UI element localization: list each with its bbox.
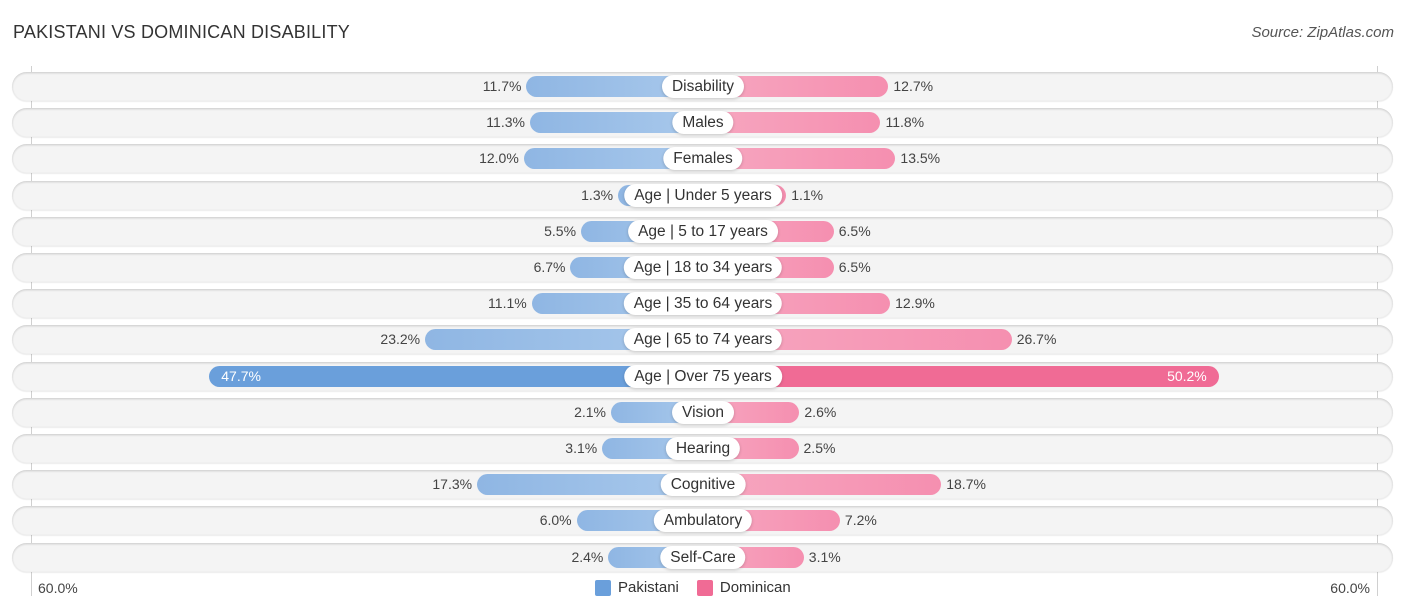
dominican-value-label: 11.8%	[885, 114, 925, 131]
pakistani-value-label: 6.7%	[533, 259, 566, 275]
pakistani-value-label: 11.1%	[488, 295, 527, 312]
pakistani-value-label: 3.1%	[565, 440, 598, 456]
category-label: Disability	[661, 75, 745, 98]
category-label: Females	[663, 147, 743, 171]
pakistani-value-label: 1.3%	[581, 186, 614, 203]
dominican-value-label: 6.5%	[838, 259, 871, 275]
category-label: Ambulatory	[653, 509, 753, 533]
dominican-value-label: 13.5%	[900, 150, 941, 167]
dominican-value-label: 2.6%	[804, 403, 837, 420]
category-label: Self-Care	[660, 545, 746, 569]
pakistani-value-label: 5.5%	[544, 222, 577, 239]
dominican-value-label: 6.5%	[838, 222, 871, 239]
axis-left-label: 60.0%	[38, 580, 78, 596]
pakistani-value-label: 12.0%	[479, 150, 519, 167]
category-label: Cognitive	[660, 473, 746, 497]
dominican-value-label: 12.7%	[893, 78, 934, 94]
pakistani-value-label: 2.1%	[574, 403, 606, 420]
legend-label-pakistani: Pakistani	[618, 579, 679, 596]
source-label: Source: ZipAtlas.com	[1251, 24, 1394, 41]
category-label: Age | 5 to 17 years	[628, 219, 778, 243]
chart-title: PAKISTANI VS DOMINICAN DISABILITY	[13, 22, 350, 42]
pakistani-value-label: 6.0%	[539, 512, 572, 529]
pakistani-value-label: 11.3%	[486, 114, 525, 131]
dominican-value-label: 3.1%	[808, 548, 841, 565]
dominican-value-label: 26.7%	[1016, 331, 1057, 348]
legend-item-dominican: Dominican	[696, 579, 791, 596]
category-label: Age | Under 5 years	[624, 183, 782, 207]
category-label: Males	[672, 111, 734, 135]
legend: Pakistani Dominican	[595, 579, 801, 596]
dominican-value-label: 50.2%	[1167, 367, 1207, 384]
axis-right-label: 60.0%	[1330, 580, 1370, 596]
category-label: Vision	[672, 400, 734, 424]
category-label: Age | 65 to 74 years	[623, 328, 783, 352]
category-label: Age | 35 to 64 years	[623, 292, 783, 316]
dominican-value-label: 12.9%	[895, 295, 935, 312]
dominican-value-label: 2.5%	[803, 440, 836, 456]
legend-label-dominican: Dominican	[719, 579, 791, 596]
pakistani-value-label: 23.2%	[380, 331, 421, 348]
category-label: Age | 18 to 34 years	[623, 256, 783, 279]
pakistani-value-label: 11.7%	[482, 78, 522, 94]
dominican-value-label: 1.1%	[791, 186, 824, 203]
pakistani-value-label: 2.4%	[571, 548, 604, 565]
pakistani-value-label: 17.3%	[432, 476, 473, 493]
legend-swatch-dominican	[696, 579, 713, 596]
legend-item-pakistani: Pakistani	[595, 579, 679, 596]
category-label: Hearing	[665, 437, 741, 460]
legend-swatch-pakistani	[595, 579, 611, 596]
dominican-value-label: 18.7%	[946, 476, 986, 493]
pakistani-value-label: 47.7%	[221, 367, 261, 384]
category-label: Age | Over 75 years	[624, 364, 782, 388]
dominican-value-label: 7.2%	[844, 512, 877, 529]
